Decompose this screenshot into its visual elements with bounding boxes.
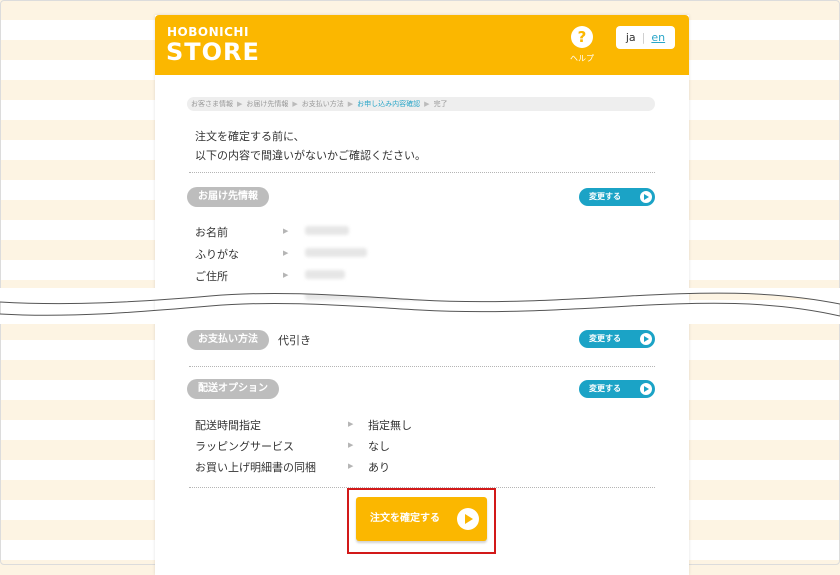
delivery-address-label: ご住所: [195, 270, 228, 283]
breadcrumb-arrow-icon: ▶: [292, 100, 298, 108]
intro-line-2: 以下の内容で間違いがないかご確認ください。: [195, 149, 426, 162]
breadcrumb: お客さま情報 ▶ お届け先情報 ▶ お支払い方法 ▶ お申し込み内容確認 ▶ 完…: [187, 97, 655, 111]
breadcrumb-arrow-icon: ▶: [424, 100, 430, 108]
language-switcher: ja | en: [616, 26, 675, 49]
intro-line-1: 注文を確定する前に、: [195, 130, 305, 143]
row-arrow-icon: ▶: [283, 227, 289, 235]
payment-section-title: お支払い方法: [187, 330, 269, 350]
section-divider: [189, 366, 655, 367]
breadcrumb-arrow-icon: ▶: [347, 100, 354, 108]
delivery-time-label: 配送時間指定: [195, 419, 261, 432]
row-arrow-icon: ▶: [348, 420, 354, 428]
confirm-order-label: 注文を確定する: [370, 513, 440, 524]
delivery-postcode-value-redacted: [305, 270, 345, 279]
lang-ja[interactable]: ja: [626, 31, 636, 44]
delivery-change-button[interactable]: 変更する: [579, 188, 655, 206]
delivery-time-value: 指定無し: [368, 419, 412, 432]
shipping-options-change-button[interactable]: 変更する: [579, 380, 655, 398]
wrapping-service-value: なし: [368, 440, 390, 453]
row-arrow-icon: ▶: [283, 249, 289, 257]
breadcrumb-arrow-icon: ▶: [237, 100, 243, 108]
logo-hobonichi[interactable]: HOBONICHI: [167, 25, 249, 39]
change-button-label: 変更する: [589, 334, 621, 343]
row-arrow-icon: ▶: [283, 271, 289, 279]
help-icon[interactable]: ?: [571, 26, 593, 48]
delivery-name-value-redacted: [305, 226, 349, 235]
breadcrumb-step-delivery: お届け先情報: [246, 100, 289, 108]
receipt-enclosure-label: お買い上げ明細書の同梱: [195, 461, 316, 474]
breadcrumb-step-complete: 完了: [433, 100, 448, 108]
lang-en-link[interactable]: en: [651, 31, 665, 44]
delivery-name-label: お名前: [195, 226, 228, 239]
play-circle-icon: [457, 508, 479, 530]
store-header: HOBONICHI STORE ? ヘルプ ja | en: [155, 15, 689, 75]
page-break-tear: [0, 288, 840, 324]
wrapping-service-label: ラッピングサービス: [195, 440, 294, 453]
section-divider: [189, 172, 655, 173]
breadcrumb-step-confirm: お申し込み内容確認: [357, 100, 421, 108]
confirm-order-button[interactable]: 注文を確定する: [356, 497, 487, 541]
play-circle-icon: [640, 191, 652, 203]
delivery-section-title: お届け先情報: [187, 187, 269, 207]
lang-separator: |: [641, 31, 646, 44]
change-button-label: 変更する: [589, 192, 621, 201]
row-arrow-icon: ▶: [348, 441, 354, 449]
shipping-options-title: 配送オプション: [187, 379, 279, 399]
delivery-furigana-label: ふりがな: [195, 248, 239, 261]
play-circle-icon: [640, 383, 652, 395]
play-circle-icon: [640, 333, 652, 345]
breadcrumb-step-customer: お客さま情報: [191, 100, 233, 108]
receipt-enclosure-value: あり: [368, 461, 390, 474]
payment-change-button[interactable]: 変更する: [579, 330, 655, 348]
change-button-label: 変更する: [589, 384, 621, 393]
help-label[interactable]: ヘルプ: [568, 53, 596, 64]
intro-text: 注文を確定する前に、 以下の内容で間違いがないかご確認ください。: [195, 127, 426, 165]
logo-store[interactable]: STORE: [166, 38, 260, 66]
payment-method-value: 代引き: [278, 334, 311, 347]
row-arrow-icon: ▶: [348, 462, 354, 470]
breadcrumb-step-payment: お支払い方法: [301, 100, 344, 108]
delivery-furigana-value-redacted: [305, 248, 367, 257]
